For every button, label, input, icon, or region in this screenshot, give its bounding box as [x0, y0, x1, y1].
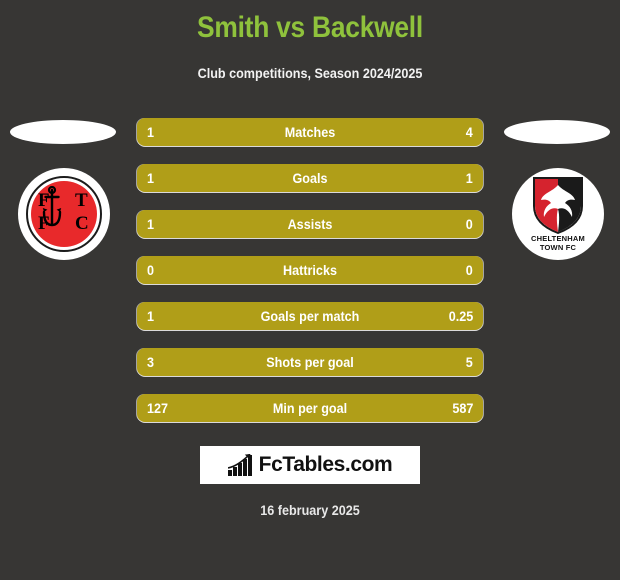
- home-crest-disc: F T F C: [18, 168, 110, 260]
- stat-row-goals: 1 Goals 1: [137, 164, 483, 192]
- cheltenham-shield-icon: [533, 177, 583, 234]
- stat-row-matches: 1 Matches 4: [137, 118, 483, 146]
- comparison-area: F T F C CHELTENHAM TOWN FC 1 Matches 4 1…: [0, 118, 620, 428]
- crest-caption-line-2: TOWN FC: [539, 243, 577, 252]
- stat-row-min-per-goal: 127 Min per goal 587: [137, 394, 483, 422]
- stat-away-value: 4: [465, 124, 473, 140]
- fctables-logo[interactable]: FcTables.com: [200, 446, 420, 484]
- stat-label: Goals per match: [260, 308, 360, 324]
- stat-home-value: 1: [147, 124, 155, 140]
- stat-rows-list: 1 Matches 4 1 Goals 1 1 Assists 0 0 Hatt…: [137, 118, 483, 440]
- fctables-logo-text: FcTables.com: [258, 453, 393, 476]
- stat-home-value: 0: [147, 262, 155, 278]
- fleetwood-crest-letters: F T F C: [31, 181, 97, 247]
- crest-letter-t: T: [75, 190, 88, 211]
- stat-away-value: 1: [465, 170, 473, 186]
- footer-date: 16 february 2025: [260, 502, 360, 518]
- stat-home-value: 1: [147, 170, 155, 186]
- page-title: Smith vs Backwell: [197, 11, 423, 44]
- stat-label: Goals: [292, 170, 328, 186]
- bar-chart-growth-icon: [227, 454, 252, 476]
- stat-away-value: 0.25: [448, 308, 473, 324]
- stat-home-value: 1: [147, 308, 155, 324]
- anchor-icon: [42, 186, 62, 227]
- stat-label: Matches: [284, 124, 336, 140]
- stat-label: Hattricks: [283, 262, 337, 278]
- crest-caption-line-1: CHELTENHAM: [531, 234, 585, 243]
- away-crest-highlight-ellipse: [504, 120, 610, 144]
- stat-label: Assists: [287, 216, 333, 232]
- home-crest-highlight-ellipse: [10, 120, 116, 144]
- stat-label: Shots per goal: [266, 354, 354, 370]
- stat-home-value: 3: [147, 354, 155, 370]
- stat-row-shots-per-goal: 3 Shots per goal 5: [137, 348, 483, 376]
- stat-away-value: 0: [465, 262, 473, 278]
- stat-home-value: 1: [147, 216, 155, 232]
- stat-row-goals-per-match: 1 Goals per match 0.25: [137, 302, 483, 330]
- stat-label: Min per goal: [272, 400, 348, 416]
- page-subtitle: Club competitions, Season 2024/2025: [197, 65, 423, 81]
- home-team-crest[interactable]: F T F C: [4, 118, 122, 278]
- away-team-crest[interactable]: CHELTENHAM TOWN FC: [498, 118, 616, 278]
- header: Smith vs Backwell Club competitions, Sea…: [0, 0, 620, 82]
- stat-away-value: 0: [465, 216, 473, 232]
- crest-letter-c: C: [75, 213, 89, 234]
- stat-away-value: 5: [465, 354, 473, 370]
- stat-row-hattricks: 0 Hattricks 0: [137, 256, 483, 284]
- stat-away-value: 587: [451, 400, 473, 416]
- away-crest-disc: CHELTENHAM TOWN FC: [512, 168, 604, 260]
- cheltenham-crest-caption: CHELTENHAM TOWN FC: [512, 234, 604, 252]
- stat-row-assists: 1 Assists 0: [137, 210, 483, 238]
